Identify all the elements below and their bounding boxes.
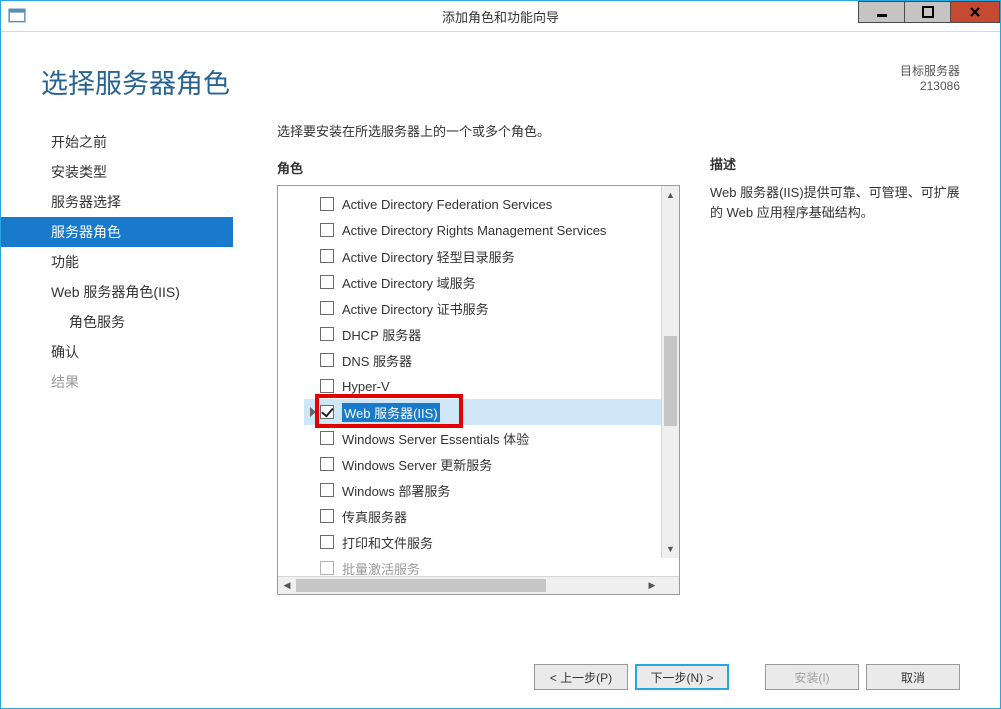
checkbox[interactable] xyxy=(320,405,334,419)
role-label: Active Directory 域服务 xyxy=(342,273,476,292)
role-label: Windows Server Essentials 体验 xyxy=(342,429,529,448)
checkbox[interactable] xyxy=(320,197,334,211)
role-item[interactable]: 打印和文件服务 xyxy=(304,529,679,555)
role-item[interactable]: DNS 服务器 xyxy=(304,347,679,373)
titlebar: 添加角色和功能向导 xyxy=(1,1,1000,32)
scroll-right-icon[interactable]: ▶ xyxy=(643,577,661,594)
role-item[interactable]: Windows Server 更新服务 xyxy=(304,451,679,477)
scroll-down-icon[interactable]: ▼ xyxy=(662,540,679,558)
role-item[interactable]: 批量激活服务 xyxy=(304,555,679,576)
nav-results: 结果 xyxy=(1,367,233,397)
install-button: 安装(I) xyxy=(765,664,859,690)
description-text: Web 服务器(IIS)提供可靠、可管理、可扩展的 Web 应用程序基础结构。 xyxy=(710,183,960,222)
role-item[interactable]: Active Directory Federation Services xyxy=(304,191,679,217)
maximize-button[interactable] xyxy=(904,1,950,23)
main-panel: 选择要安装在所选服务器上的一个或多个角色。 角色 Active Director… xyxy=(233,121,1000,650)
checkbox[interactable] xyxy=(320,353,334,367)
nav-install-type[interactable]: 安装类型 xyxy=(1,157,233,187)
role-label: Active Directory 轻型目录服务 xyxy=(342,247,515,266)
checkbox[interactable] xyxy=(320,457,334,471)
checkbox[interactable] xyxy=(320,223,334,237)
role-label: Windows 部署服务 xyxy=(342,481,450,500)
checkbox[interactable] xyxy=(320,561,334,575)
checkbox[interactable] xyxy=(320,275,334,289)
next-button[interactable]: 下一步(N) > xyxy=(635,664,729,690)
role-item[interactable]: Active Directory Rights Management Servi… xyxy=(304,217,679,243)
role-label: 传真服务器 xyxy=(342,507,407,526)
description-column: 描述 Web 服务器(IIS)提供可靠、可管理、可扩展的 Web 应用程序基础结… xyxy=(710,121,960,650)
role-item[interactable]: Windows 部署服务 xyxy=(304,477,679,503)
roles-list: Active Directory Federation Services Act… xyxy=(304,191,679,576)
roles-column: 选择要安装在所选服务器上的一个或多个角色。 角色 Active Director… xyxy=(277,121,680,650)
wizard-content: 开始之前 安装类型 服务器选择 服务器角色 功能 Web 服务器角色(IIS) … xyxy=(1,109,1000,650)
scroll-track[interactable] xyxy=(296,577,643,594)
nav-server-roles[interactable]: 服务器角色 xyxy=(1,217,233,247)
button-gap xyxy=(736,664,758,690)
scroll-up-icon[interactable]: ▲ xyxy=(662,186,679,204)
checkbox[interactable] xyxy=(320,431,334,445)
nav-role-services[interactable]: 角色服务 xyxy=(1,307,233,337)
cancel-button[interactable]: 取消 xyxy=(866,664,960,690)
app-icon xyxy=(8,7,26,25)
roles-listbox: Active Directory Federation Services Act… xyxy=(277,185,680,595)
role-label: Web 服务器(IIS) xyxy=(342,403,440,422)
horizontal-scrollbar[interactable]: ◀ ▶ xyxy=(278,576,679,594)
scroll-track[interactable] xyxy=(662,204,679,540)
checkbox[interactable] xyxy=(320,483,334,497)
nav-before-you-begin[interactable]: 开始之前 xyxy=(1,127,233,157)
role-label: DHCP 服务器 xyxy=(342,325,421,344)
previous-button[interactable]: < 上一步(P) xyxy=(534,664,628,690)
role-item[interactable]: Active Directory 域服务 xyxy=(304,269,679,295)
description-heading: 描述 xyxy=(710,154,960,173)
minimize-button[interactable] xyxy=(858,1,904,23)
window-title: 添加角色和功能向导 xyxy=(1,7,1000,26)
scroll-thumb[interactable] xyxy=(296,579,546,592)
wizard-header: 选择服务器角色 目标服务器 213086 xyxy=(1,32,1000,109)
page-title: 选择服务器角色 xyxy=(41,62,900,101)
target-server-label: 目标服务器 xyxy=(900,62,960,79)
wizard-window: 添加角色和功能向导 选择服务器角色 目标服务器 213086 xyxy=(0,0,1001,709)
role-item[interactable]: Hyper-V xyxy=(304,373,679,399)
window-controls xyxy=(858,1,1000,31)
target-server-name: 213086 xyxy=(900,79,960,93)
nav-server-selection[interactable]: 服务器选择 xyxy=(1,187,233,217)
wizard-nav: 开始之前 安装类型 服务器选择 服务器角色 功能 Web 服务器角色(IIS) … xyxy=(1,121,233,650)
checkbox[interactable] xyxy=(320,535,334,549)
role-label: 打印和文件服务 xyxy=(342,533,433,552)
roles-scroll-viewport: Active Directory Federation Services Act… xyxy=(278,186,679,576)
role-label: Hyper-V xyxy=(342,379,390,394)
role-item-web-server-iis[interactable]: Web 服务器(IIS) xyxy=(304,399,679,425)
close-button[interactable] xyxy=(950,1,1000,23)
role-label: DNS 服务器 xyxy=(342,351,412,370)
checkbox[interactable] xyxy=(320,327,334,341)
role-item[interactable]: DHCP 服务器 xyxy=(304,321,679,347)
role-item[interactable]: Active Directory 证书服务 xyxy=(304,295,679,321)
scroll-thumb[interactable] xyxy=(664,336,677,426)
target-server-box: 目标服务器 213086 xyxy=(900,62,960,93)
scroll-left-icon[interactable]: ◀ xyxy=(278,577,296,594)
role-item[interactable]: Windows Server Essentials 体验 xyxy=(304,425,679,451)
role-item[interactable]: Active Directory 轻型目录服务 xyxy=(304,243,679,269)
roles-heading: 角色 xyxy=(277,158,680,177)
wizard-body: 选择服务器角色 目标服务器 213086 开始之前 安装类型 服务器选择 服务器… xyxy=(1,32,1000,708)
role-label: Active Directory Federation Services xyxy=(342,197,552,212)
nav-web-server-role[interactable]: Web 服务器角色(IIS) xyxy=(1,277,233,307)
expand-icon[interactable] xyxy=(310,407,316,417)
wizard-footer: < 上一步(P) 下一步(N) > 安装(I) 取消 xyxy=(1,650,1000,708)
scroll-corner xyxy=(661,577,679,594)
role-label: Windows Server 更新服务 xyxy=(342,455,492,474)
vertical-scrollbar[interactable]: ▲ ▼ xyxy=(661,186,679,558)
checkbox[interactable] xyxy=(320,301,334,315)
role-label: Active Directory Rights Management Servi… xyxy=(342,223,606,238)
nav-confirmation[interactable]: 确认 xyxy=(1,337,233,367)
checkbox[interactable] xyxy=(320,509,334,523)
role-label: Active Directory 证书服务 xyxy=(342,299,489,318)
checkbox[interactable] xyxy=(320,249,334,263)
role-label: 批量激活服务 xyxy=(342,559,420,577)
prompt-text: 选择要安装在所选服务器上的一个或多个角色。 xyxy=(277,121,680,140)
nav-features[interactable]: 功能 xyxy=(1,247,233,277)
checkbox[interactable] xyxy=(320,379,334,393)
role-item[interactable]: 传真服务器 xyxy=(304,503,679,529)
